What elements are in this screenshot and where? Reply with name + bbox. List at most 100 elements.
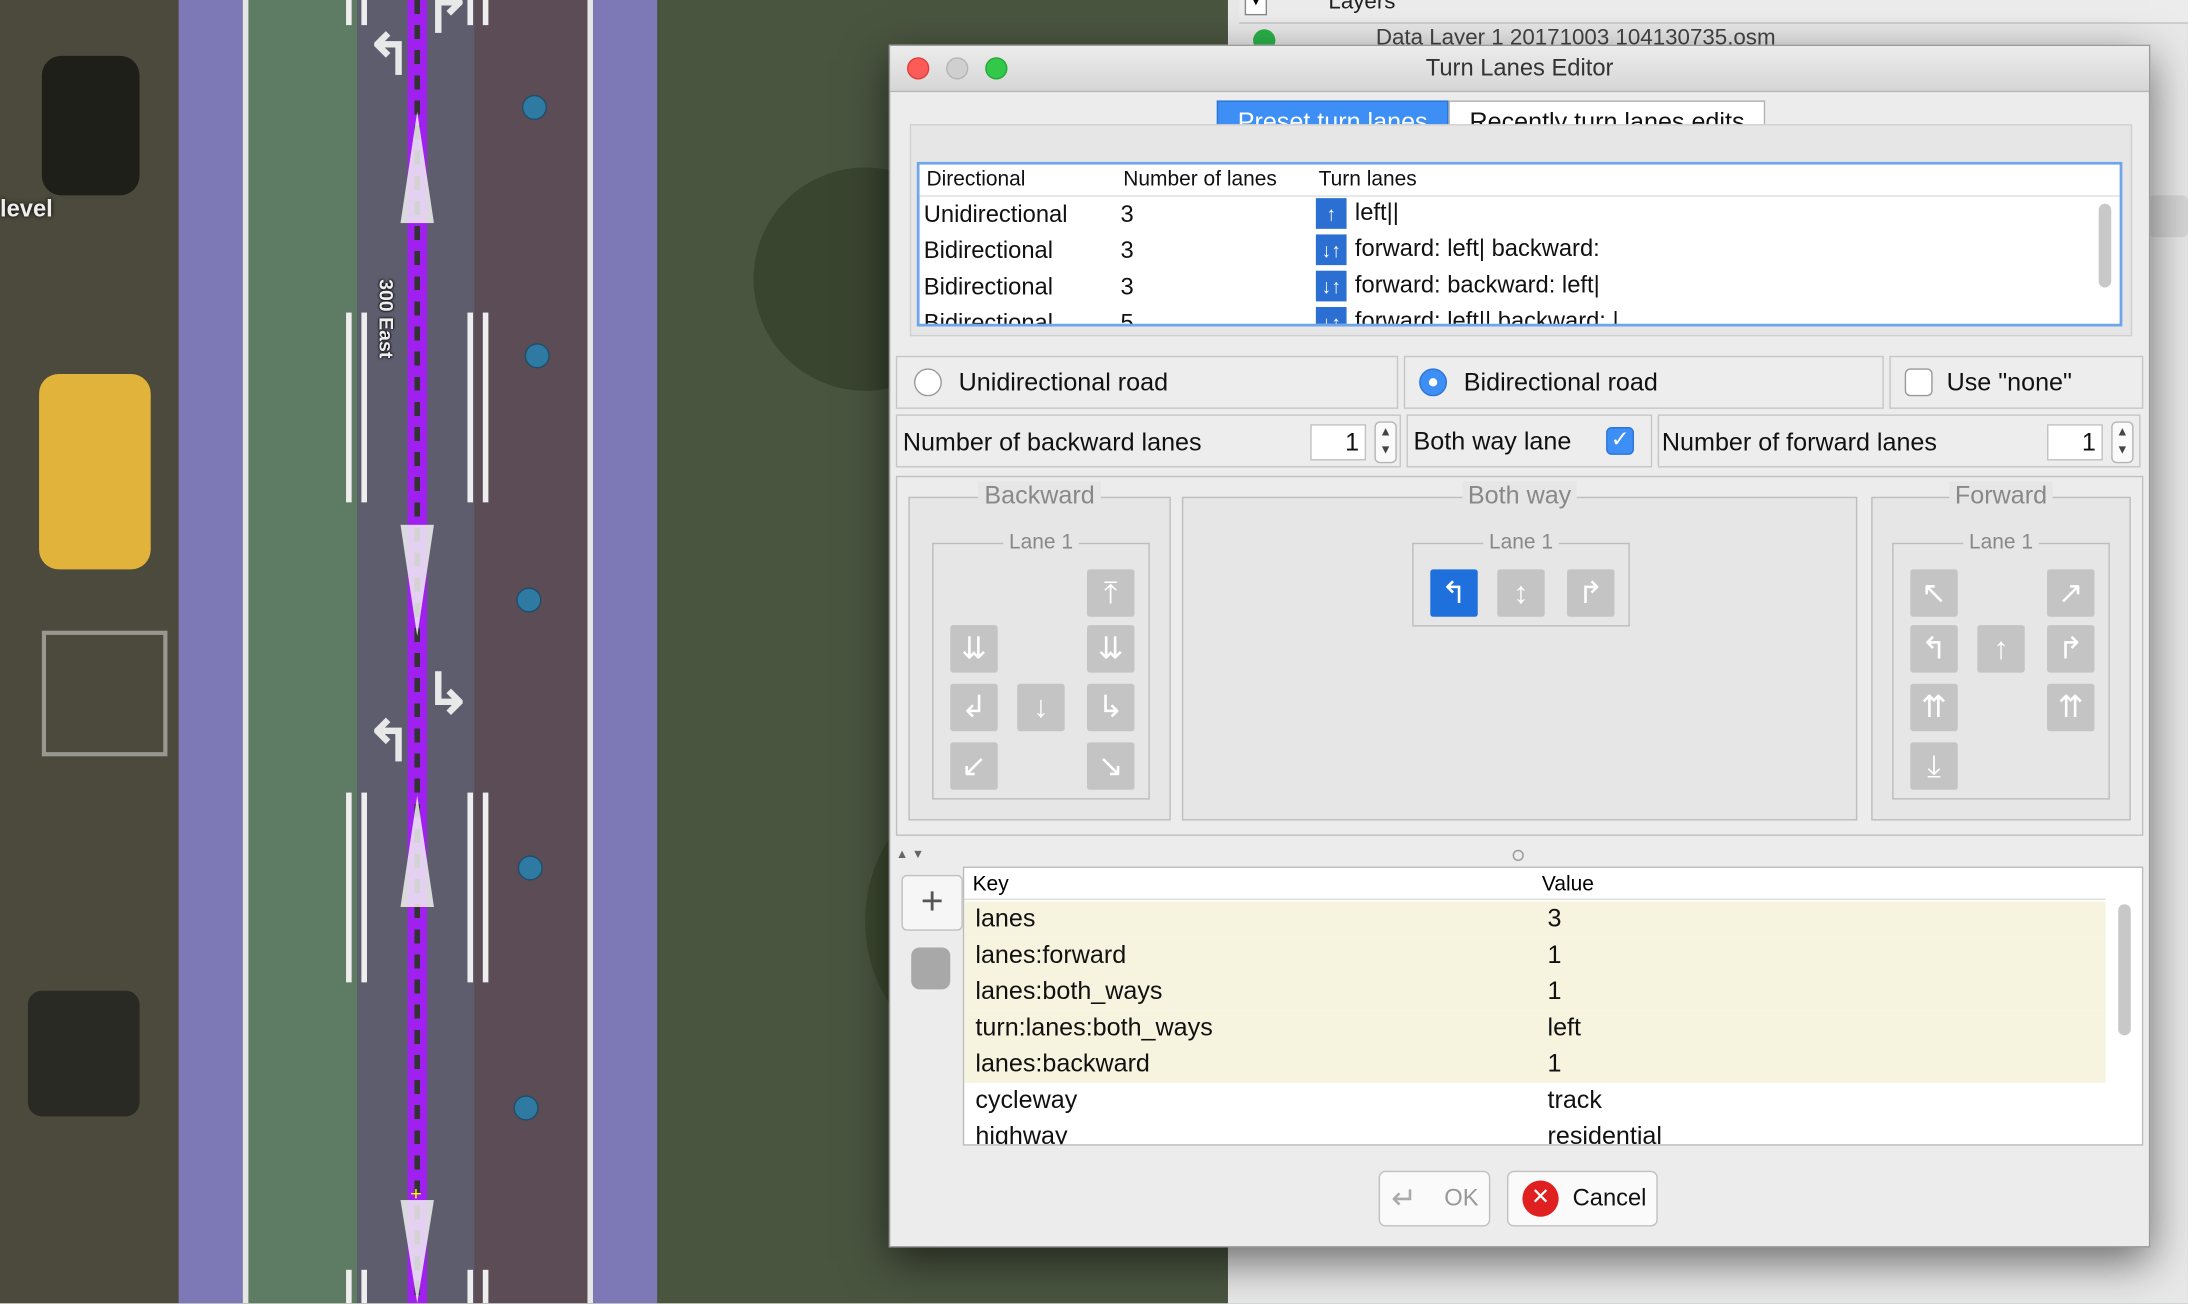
slight-right-lane-icon[interactable]: ↘ [1087,742,1135,790]
tag-value[interactable]: track [1547,1086,1601,1115]
both-way-lane-label: Both way lane [1413,426,1572,455]
map-node[interactable] [521,94,547,121]
tag-value[interactable]: 1 [1547,1049,1561,1078]
backward-lane-1: Lane 1 ⤒ ⇊ ⇊ ↲ ↓ ↳ ↙ ↘ [932,530,1150,800]
delete-layer-icon[interactable] [2148,195,2188,238]
tag-row[interactable]: lanes:backward 1 [964,1046,2106,1083]
bidirectional-radio[interactable] [1419,368,1448,397]
left-turn-lane-icon[interactable]: ↰ [1430,569,1478,617]
bidirectional-option[interactable]: Bidirectional road [1403,355,1884,409]
preset-table[interactable]: Directional Number of lanes Turn lanes U… [916,161,2123,327]
add-tag-button[interactable]: + [901,874,963,931]
turn-left-arrow-icon: ↰ [365,711,413,774]
preset-row[interactable]: Unidirectional 3 ↑ left|| [920,198,2092,234]
title-bar[interactable]: Turn Lanes Editor [890,46,2149,93]
tag-row[interactable]: lanes 3 [964,901,2106,938]
preset-row[interactable]: Bidirectional 5 ↓↑ forward: left|| backwa… [920,306,2092,327]
tag-key[interactable]: lanes [975,904,1035,933]
right-lane-icon[interactable]: ↳ [1087,683,1135,732]
preset-table-scrollbar[interactable] [2098,203,2112,288]
forward-title-text: Forward [1949,481,2053,510]
tag-row[interactable]: lanes:forward 1 [964,937,2106,974]
bidirectional-label: Bidirectional road [1463,368,1658,397]
tag-value[interactable]: residential [1547,1122,1661,1144]
merge-right-lane-icon[interactable]: ⇈ [2047,683,2095,732]
preset-table-header: Directional Number of lanes Turn lanes [919,164,2120,197]
tag-key[interactable]: turn:lanes:both_ways [975,1013,1212,1042]
through-lane-icon[interactable]: ↑ [1977,625,2025,673]
cell-directional: Bidirectional [923,309,1053,327]
col-turn-lanes[interactable]: Turn lanes [1319,167,1417,191]
cancel-button[interactable]: ✕ Cancel [1507,1170,1658,1227]
map-node[interactable] [524,343,550,369]
tags-table-scrollbar[interactable] [2118,904,2131,1036]
tag-value[interactable]: left [1547,1013,1581,1042]
tag-value[interactable]: 3 [1547,904,1561,933]
tag-value[interactable]: 1 [1547,977,1561,1006]
col-value[interactable]: Value [1542,872,1594,896]
slight-left-lane-icon[interactable]: ↙ [950,742,998,790]
map-car-yellow [39,373,151,570]
col-number-of-lanes[interactable]: Number of lanes [1123,167,1277,191]
preset-row[interactable]: Bidirectional 3 ↓↑ forward: backward: lef… [920,270,2092,307]
tag-row[interactable]: lanes:both_ways 1 [964,973,2106,1011]
delete-tag-button[interactable] [901,942,960,995]
use-none-checkbox[interactable] [1904,368,1933,397]
left-lane-icon[interactable]: ↲ [950,683,998,732]
tag-key[interactable]: cycleway [975,1086,1077,1115]
tag-key[interactable]: highway [975,1122,1067,1144]
u-turn-lane-icon[interactable]: ⤒ [1087,569,1135,617]
unidirectional-label: Unidirectional road [958,368,1169,397]
tag-value[interactable]: 1 [1547,940,1561,969]
splitter-arrows-icon[interactable]: ▲ ▼ [896,847,924,861]
both-way-lane-checkbox[interactable]: ✓ [1606,426,1635,455]
u-turn-lane-icon[interactable]: ⤓ [1910,742,1958,790]
splitter-handle-icon[interactable] [1512,849,1524,861]
through-lane-icon[interactable]: ↓ [1017,683,1065,732]
left-lane-icon[interactable]: ↰ [1910,625,1958,673]
forward-lane-1: Lane 1 ↖ ↗ ↰ ↑ ↱ ⇈ ⇈ ⤓ [1892,530,2110,800]
tag-key[interactable]: lanes:both_ways [975,977,1162,1006]
right-turn-lane-icon[interactable]: ↱ [1567,569,1615,617]
tag-row[interactable]: turn:lanes:both_ways left [964,1010,2106,1047]
map-node[interactable] [517,855,543,881]
map-node[interactable] [516,587,542,613]
col-directional[interactable]: Directional [927,167,1026,191]
right-lane-icon[interactable]: ↱ [2047,625,2095,673]
backward-title-text: Backward [978,481,1101,510]
cell-directional: Bidirectional [923,237,1053,264]
map-node[interactable] [513,1095,539,1121]
both-directions-lane-icon[interactable]: ↕ [1497,569,1545,617]
map-mark [467,792,474,983]
tag-key[interactable]: lanes:backward [975,1049,1150,1078]
use-none-option[interactable]: Use "none" [1889,355,2144,409]
unidirectional-option[interactable]: Unidirectional road [895,355,1399,409]
lane-title-text: Lane 1 [1963,530,2039,554]
map-level-label: level [0,195,53,222]
tag-row[interactable]: cycleway track [964,1083,2105,1119]
map-mark [361,312,367,503]
tags-table[interactable]: Key Value lanes 3 lanes:forward 1 lanes:bo… [962,866,2144,1146]
turn-lanes-text: forward: left|| backward: | [1354,307,1619,327]
reverse-lane-icon[interactable]: ⇊ [1087,625,1135,673]
cancel-x-icon: ✕ [1522,1180,1559,1217]
slight-left-lane-icon[interactable]: ↖ [1910,569,1958,617]
tag-row[interactable]: highway residential [964,1119,2105,1144]
forward-lanes-stepper[interactable]: ▲ ▼ [2111,421,2134,464]
map-mark [467,312,474,503]
unidirectional-radio[interactable] [913,368,942,397]
map-mark [482,312,489,503]
cell-lanes: 3 [1120,273,1134,301]
backward-lanes-stepper[interactable]: ▲ ▼ [1374,421,1397,464]
slight-right-lane-icon[interactable]: ↗ [2047,569,2095,617]
backward-lanes-input[interactable]: 1 [1310,424,1367,461]
forward-lanes-input[interactable]: 1 [2047,424,2103,461]
tag-key[interactable]: lanes:forward [975,940,1126,969]
reverse-lane-icon[interactable]: ⇊ [950,625,998,673]
splitter[interactable]: ▲ ▼ [890,844,2146,864]
collapse-icon[interactable]: ▾ [1244,0,1268,16]
preset-row[interactable]: Bidirectional 3 ↓↑ forward: left| backwar… [920,234,2092,270]
ok-button[interactable]: ↵ OK [1378,1170,1491,1227]
merge-left-lane-icon[interactable]: ⇈ [1910,683,1958,732]
col-key[interactable]: Key [973,872,1009,896]
